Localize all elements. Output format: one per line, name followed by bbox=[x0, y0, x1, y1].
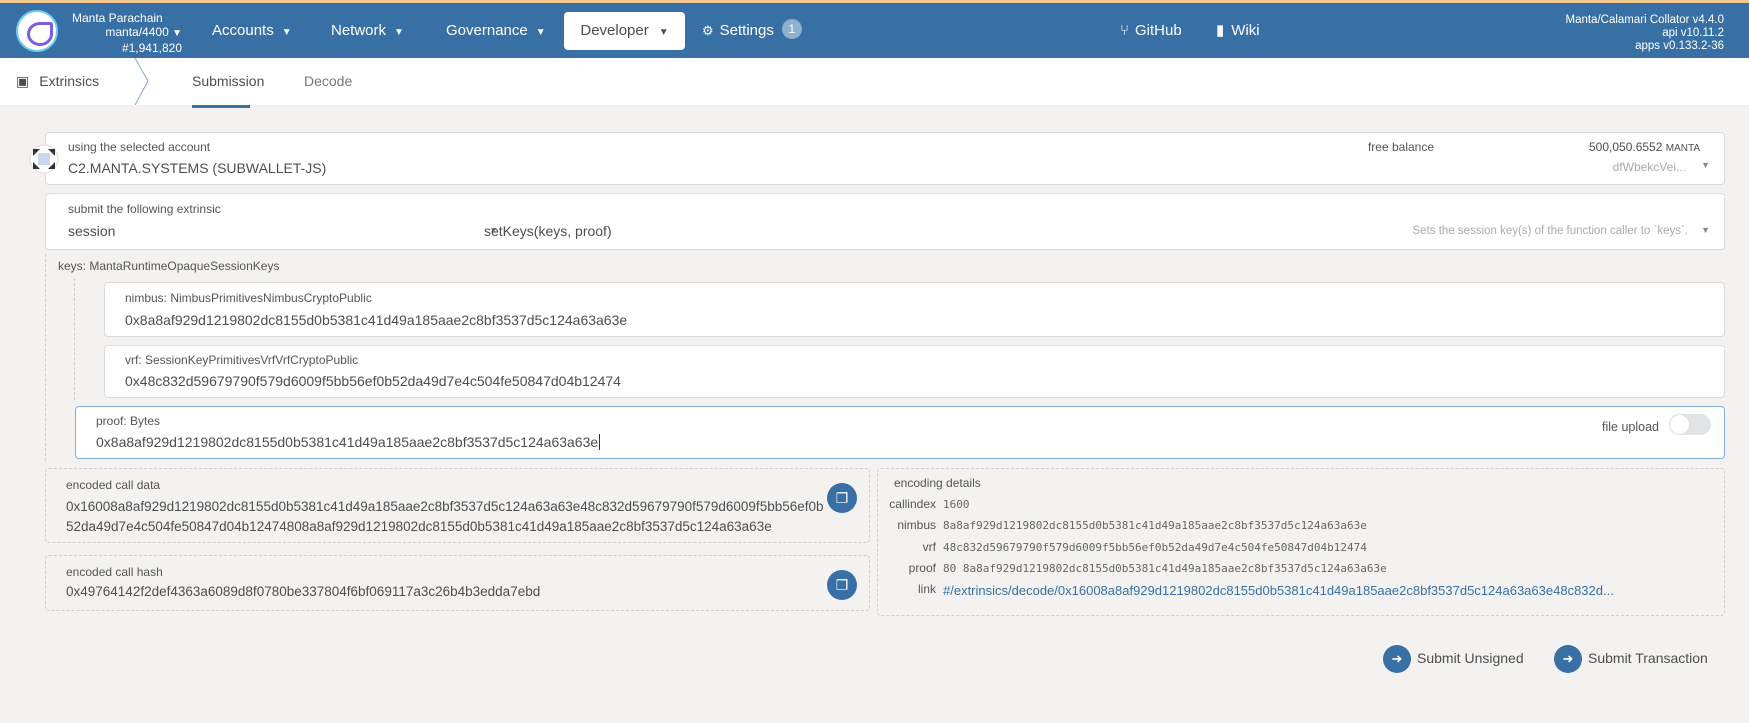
chevron-down-icon: ▼ bbox=[172, 28, 182, 39]
nimbus-label: nimbus: NimbusPrimitivesNimbusCryptoPubl… bbox=[125, 291, 372, 305]
encoded-call-hash: encoded call hash 0x49764142f2def4363a60… bbox=[45, 555, 870, 611]
submit-unsigned-button[interactable]: ➜ Submit Unsigned bbox=[1383, 643, 1524, 674]
section-title: Extrinsics bbox=[39, 73, 100, 89]
decode-link[interactable]: #/extrinsics/decode/0x16008a8af929d12198… bbox=[943, 583, 1614, 598]
chain-logo-icon[interactable] bbox=[16, 10, 58, 52]
free-balance-label: free balance bbox=[1367, 140, 1434, 154]
chevron-down-icon: ▼ bbox=[1701, 160, 1710, 170]
account-label: using the selected account bbox=[68, 140, 211, 154]
free-balance-value: 500,050.6552 MANTA bbox=[1589, 140, 1700, 154]
vrf-label: vrf: SessionKeyPrimitivesVrfVrfCryptoPub… bbox=[125, 353, 359, 367]
extrinsic-selector: submit the following extrinsic session ▼ … bbox=[45, 193, 1725, 250]
sign-in-icon: ➜ bbox=[1554, 645, 1582, 674]
detail-key: nimbus bbox=[897, 518, 936, 532]
proof-label: proof: Bytes bbox=[96, 414, 161, 428]
encoded-call-data: encoded call data 0x16008a8af929d1219802… bbox=[45, 468, 870, 543]
wiki-link[interactable]: ▮ Wiki bbox=[1216, 3, 1260, 58]
extrinsics-icon: ▣ bbox=[16, 73, 30, 89]
detail-value: 1600 bbox=[943, 498, 970, 511]
detail-key: callindex bbox=[889, 497, 936, 511]
copy-icon[interactable]: ❐ bbox=[827, 483, 857, 513]
chevron-down-icon: ▼ bbox=[394, 27, 404, 38]
github-link[interactable]: ⑂ GitHub bbox=[1120, 3, 1182, 58]
balance-unit: MANTA bbox=[1665, 143, 1700, 154]
link-label: Wiki bbox=[1231, 22, 1260, 39]
balance-amount: 500,050.6552 bbox=[1588, 140, 1663, 154]
account-address: dfWbekcVei... bbox=[1612, 160, 1686, 174]
encoding-details: encoding details callindex 1600 nimbus 8a8… bbox=[877, 468, 1725, 616]
code-branch-icon: ⑂ bbox=[1120, 22, 1130, 39]
api-version: api v10.11.2 bbox=[1662, 27, 1724, 39]
gears-icon: ⚙ bbox=[702, 23, 714, 38]
tab-decode[interactable]: Decode bbox=[304, 58, 352, 105]
apps-version: apps v0.133.2-36 bbox=[1635, 40, 1724, 52]
method-dropdown[interactable]: setKeys(keys, proof) Sets the session ke… bbox=[484, 223, 1714, 243]
method-doc: Sets the session key(s) of the function … bbox=[1412, 225, 1688, 237]
nav-settings[interactable]: ⚙ Settings 1 bbox=[702, 3, 802, 58]
nimbus-input[interactable]: nimbus: NimbusPrimitivesNimbusCryptoPubl… bbox=[104, 282, 1725, 337]
keys-indent-line bbox=[74, 278, 75, 400]
encoded-hash-value: 0x49764142f2def4363a6089d8f0780be337804f… bbox=[66, 584, 541, 599]
encoded-hash-label: encoded call hash bbox=[66, 565, 163, 579]
file-upload-toggle[interactable] bbox=[1669, 414, 1711, 435]
detail-value: 48c832d59679790f579d6009f5bb56ef0b52da49… bbox=[943, 541, 1367, 554]
top-nav: Manta Parachain manta/4400 ▼ #1,941,820 … bbox=[0, 3, 1749, 58]
nav-governance[interactable]: Governance ▼ bbox=[446, 3, 546, 58]
link-label: GitHub bbox=[1135, 22, 1182, 39]
proof-input[interactable]: proof: Bytes 0x8a8af929d1219802dc8155d0b… bbox=[75, 406, 1725, 459]
nav-label: Accounts bbox=[212, 22, 274, 39]
vrf-input[interactable]: vrf: SessionKeyPrimitivesVrfVrfCryptoPub… bbox=[104, 345, 1725, 398]
sign-in-icon: ➜ bbox=[1383, 645, 1411, 674]
version-info: Manta/Calamari Collator v4.4.0 api v10.1… bbox=[1565, 14, 1724, 53]
nav-accounts[interactable]: Accounts ▼ bbox=[212, 3, 292, 58]
encoded-data-line: 0x16008a8af929d1219802dc8155d0b5381c41d4… bbox=[66, 499, 824, 514]
section-extrinsics: ▣ Extrinsics bbox=[16, 58, 99, 105]
breadcrumb-divider bbox=[134, 58, 149, 105]
chevron-down-icon: ▼ bbox=[535, 27, 546, 38]
method-value: setKeys(keys, proof) bbox=[484, 223, 612, 239]
encoded-data-line: 52da49d7e4c504fe50847d04b12474808a8af929… bbox=[66, 519, 772, 534]
nav-label: Developer bbox=[580, 22, 649, 39]
chevron-down-icon: ▼ bbox=[658, 27, 669, 38]
chevron-down-icon: ▼ bbox=[1701, 225, 1710, 235]
extrinsic-label: submit the following extrinsic bbox=[68, 202, 221, 216]
settings-badge: 1 bbox=[781, 19, 802, 39]
nav-network[interactable]: Network ▼ bbox=[331, 3, 404, 58]
copy-icon[interactable]: ❐ bbox=[827, 570, 857, 600]
vrf-value: 0x48c832d59679790f579d6009f5bb56ef0b52da… bbox=[125, 373, 621, 389]
account-selector[interactable]: using the selected account C2.MANTA.SYST… bbox=[45, 132, 1725, 185]
account-name: C2.MANTA.SYSTEMS (SUBWALLET-JS) bbox=[68, 160, 327, 176]
file-upload-label: file upload bbox=[1602, 420, 1659, 434]
chain-spec: manta/4400 bbox=[105, 25, 169, 39]
chevron-down-icon: ▼ bbox=[281, 27, 292, 38]
button-label: Submit Transaction bbox=[1588, 650, 1708, 666]
account-identicon-icon bbox=[29, 144, 59, 174]
detail-value: 80 8a8af929d1219802dc8155d0b5381c41d49a1… bbox=[943, 562, 1387, 575]
book-icon: ▮ bbox=[1216, 22, 1225, 39]
node-version: Manta/Calamari Collator v4.4.0 bbox=[1565, 14, 1724, 26]
proof-value: 0x8a8af929d1219802dc8155d0b5381c41d49a18… bbox=[96, 434, 601, 450]
detail-value: 8a8af929d1219802dc8155d0b5381c41d49a185a… bbox=[943, 519, 1367, 532]
submit-transaction-button[interactable]: ➜ Submit Transaction bbox=[1554, 643, 1708, 674]
chain-name: Manta Parachain bbox=[72, 11, 163, 25]
encoding-details-label: encoding details bbox=[894, 476, 981, 490]
button-label: Submit Unsigned bbox=[1417, 650, 1524, 666]
detail-key: link bbox=[917, 582, 936, 596]
block-number: #1,941,820 bbox=[121, 41, 182, 55]
keys-label: keys: MantaRuntimeOpaqueSessionKeys bbox=[58, 259, 280, 273]
sub-nav: ▣ Extrinsics Submission Decode bbox=[0, 58, 1749, 108]
encoded-data-value: 0x16008a8af929d1219802dc8155d0b5381c41d4… bbox=[66, 497, 824, 537]
tab-submission[interactable]: Submission bbox=[192, 58, 264, 108]
nav-developer[interactable]: Developer ▼ bbox=[564, 12, 685, 50]
nimbus-value: 0x8a8af929d1219802dc8155d0b5381c41d49a18… bbox=[125, 312, 628, 328]
nav-label: Governance bbox=[446, 22, 528, 39]
module-dropdown[interactable]: session ▼ bbox=[68, 223, 498, 243]
encoded-data-label: encoded call data bbox=[66, 478, 161, 492]
nav-label: Network bbox=[331, 22, 387, 39]
chain-selector[interactable]: Manta Parachain manta/4400 ▼ #1,941,820 bbox=[72, 11, 182, 55]
detail-key: proof bbox=[908, 561, 936, 575]
detail-key: vrf bbox=[922, 540, 936, 554]
nav-label: Settings bbox=[719, 22, 774, 39]
module-value: session bbox=[68, 223, 116, 239]
